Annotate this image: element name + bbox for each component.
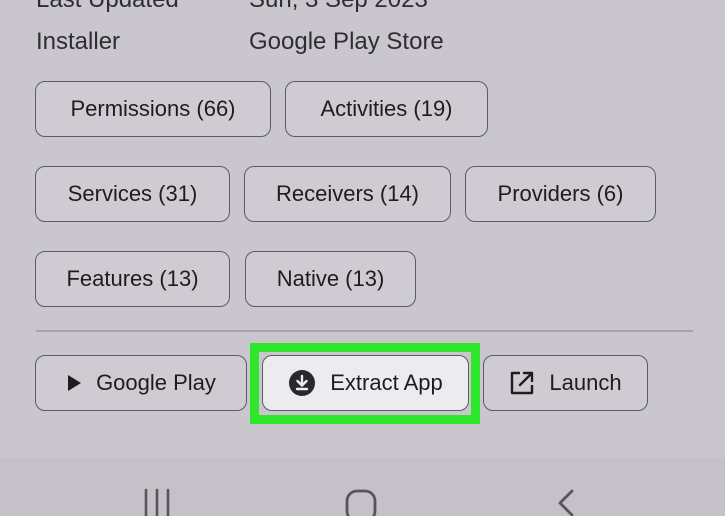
extract-app-label: Extract App (330, 370, 443, 395)
providers-button[interactable]: Providers (6) (465, 166, 656, 222)
features-label: Features (13) (66, 266, 199, 291)
permissions-label: Permissions (66) (70, 96, 236, 121)
last-updated-label: Last Updated (36, 0, 179, 14)
features-button[interactable]: Features (13) (35, 251, 230, 307)
play-triangle-icon (66, 374, 82, 392)
services-label: Services (31) (67, 181, 198, 206)
open-external-icon (509, 370, 535, 396)
permissions-button[interactable]: Permissions (66) (35, 81, 271, 137)
launch-label: Launch (549, 370, 622, 395)
receivers-button[interactable]: Receivers (14) (244, 166, 451, 222)
installer-label: Installer (36, 28, 121, 55)
download-circle-icon (288, 369, 316, 397)
launch-button[interactable]: Launch (483, 355, 648, 411)
activities-button[interactable]: Activities (19) (285, 81, 488, 137)
section-divider (36, 330, 693, 332)
system-navigation-bar (0, 458, 725, 516)
receivers-label: Receivers (14) (275, 181, 420, 206)
activities-label: Activities (19) (320, 96, 453, 121)
google-play-label: Google Play (96, 370, 216, 395)
home-icon[interactable] (344, 488, 378, 516)
providers-label: Providers (6) (497, 181, 624, 206)
last-updated-row: Last Updated Sun, 3 Sep 2023 (36, 0, 636, 16)
native-button[interactable]: Native (13) (245, 251, 416, 307)
installer-value: Google Play Store (249, 28, 444, 55)
native-label: Native (13) (276, 266, 385, 291)
back-icon[interactable] (552, 488, 578, 516)
last-updated-value: Sun, 3 Sep 2023 (249, 0, 428, 14)
installer-row: Installer Google Play Store (36, 28, 636, 58)
google-play-button[interactable]: Google Play (35, 355, 247, 411)
extract-app-button[interactable]: Extract App (262, 355, 469, 411)
recents-icon[interactable] (142, 488, 172, 516)
services-button[interactable]: Services (31) (35, 166, 230, 222)
